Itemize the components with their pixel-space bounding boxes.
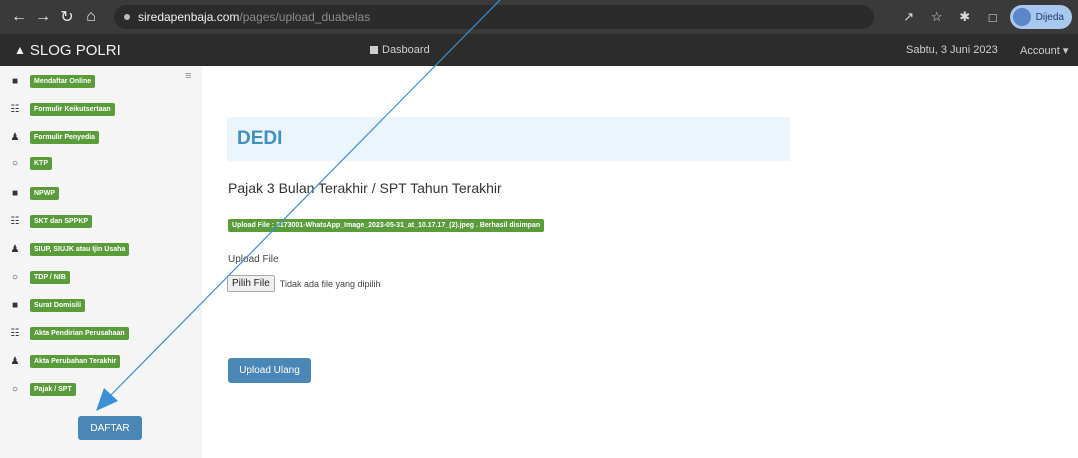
sidebar-item-label: NPWP (30, 186, 59, 200)
grid-icon: ☷ (10, 103, 20, 115)
star-icon[interactable]: ☆ (926, 6, 948, 28)
side-panel-icon[interactable]: □ (982, 6, 1004, 28)
upload-file-label: Upload File (228, 254, 279, 265)
url-domain: siredapenbaja.com (138, 10, 240, 24)
sidebar-item-npwp[interactable]: ■ NPWP (8, 186, 59, 200)
upload-success-badge: Upload File : 3173001-WhatsApp_Image_202… (228, 219, 545, 232)
sidebar-item-label: SIUP, SIUJK atau Ijin Usaha (30, 242, 130, 256)
profile-button[interactable]: Dijeda (1009, 5, 1072, 29)
grid-icon: ☷ (10, 327, 20, 339)
dashboard-icon (370, 46, 378, 54)
menu-toggle-icon[interactable]: ≡ (185, 70, 191, 82)
sidebar-item-surat-domisili[interactable]: ■ Surat Domisili (8, 298, 86, 312)
browser-toolbar: ← → ↻ ⌂ siredapenbaja.com /pages/upload_… (0, 0, 1078, 34)
sidebar-item-ktp[interactable]: ○ KTP (8, 156, 52, 170)
circle-icon: ○ (11, 157, 19, 169)
site-navbar: ▲ SLOG POLRI Dasboard Sabtu, 3 Juni 2023… (0, 34, 1078, 66)
choose-file-button[interactable]: Pilih File (227, 275, 275, 292)
sidebar-item-label: Surat Domisili (30, 298, 86, 312)
page-title-panel: DEDI (227, 117, 790, 161)
sidebar-item-label: Pajak / SPT (30, 382, 76, 396)
sidebar-item-label: KTP (30, 156, 52, 170)
back-arrow-icon[interactable]: ← (8, 6, 30, 28)
current-date: Sabtu, 3 Juni 2023 (906, 44, 998, 56)
user-icon: ♟ (10, 131, 20, 143)
sidebar-item-label: Mendaftar Online (30, 74, 96, 88)
sidebar-item-label: Akta Pendirian Perusahaan (30, 326, 129, 340)
sidebar-item-pajak-spt[interactable]: ○ Pajak / SPT (8, 382, 76, 396)
grid-icon: ☷ (10, 215, 20, 227)
home-icon: ▲ (14, 43, 26, 57)
account-menu[interactable]: Account ▾ (1020, 44, 1068, 57)
sidebar-item-tdp-nib[interactable]: ○ TDP / NIB (8, 270, 70, 284)
brand-link[interactable]: ▲ SLOG POLRI (14, 42, 121, 59)
profile-label: Dijeda (1035, 11, 1064, 23)
section-title: Pajak 3 Bulan Terakhir / SPT Tahun Terak… (228, 180, 502, 196)
sidebar: ≡ ■ Mendaftar Online ☷ Formulir Keikutse… (0, 66, 202, 458)
sidebar-item-siup[interactable]: ♟ SIUP, SIUJK atau Ijin Usaha (8, 242, 130, 256)
briefcase-icon: ■ (11, 75, 19, 87)
caret-down-icon: ▾ (1062, 44, 1069, 57)
dashboard-label: Dasboard (382, 44, 430, 56)
avatar (1012, 8, 1031, 26)
site-info-icon[interactable] (124, 14, 130, 20)
reload-icon[interactable]: ↻ (56, 6, 78, 28)
file-status-text: Tidak ada file yang dipilih (279, 278, 381, 289)
sidebar-item-label: Formulir Keikutsertaan (30, 102, 115, 116)
user-icon: ♟ (10, 243, 20, 255)
url-path: /pages/upload_duabelas (239, 10, 371, 24)
page-title: DEDI (237, 128, 283, 149)
circle-icon: ○ (11, 271, 19, 283)
sidebar-item-label: Akta Perubahan Terakhir (30, 354, 121, 368)
sidebar-item-skt-sppkp[interactable]: ☷ SKT dan SPPKP (8, 214, 93, 228)
share-icon[interactable]: ↗ (898, 6, 920, 28)
sidebar-item-mendaftar-online[interactable]: ■ Mendaftar Online (8, 74, 96, 88)
sidebar-item-label: SKT dan SPPKP (30, 214, 93, 228)
briefcase-icon: ■ (11, 299, 19, 311)
sidebar-item-label: Formulir Penyedia (30, 130, 100, 144)
sidebar-item-akta-perubahan[interactable]: ♟ Akta Perubahan Terakhir (8, 354, 121, 368)
daftar-button[interactable]: DAFTAR (78, 416, 142, 440)
circle-icon: ○ (11, 383, 19, 395)
sidebar-item-label: TDP / NIB (30, 270, 70, 284)
address-bar[interactable]: siredapenbaja.com /pages/upload_duabelas (114, 5, 874, 29)
briefcase-icon: ■ (11, 187, 19, 199)
forward-arrow-icon[interactable]: → (32, 6, 54, 28)
account-label: Account (1020, 44, 1060, 57)
sidebar-item-formulir-penyedia[interactable]: ♟ Formulir Penyedia (8, 130, 100, 144)
home-icon[interactable]: ⌂ (80, 6, 102, 28)
file-input[interactable]: Pilih File Tidak ada file yang dipilih (227, 275, 381, 292)
extensions-icon[interactable]: ✱ (954, 6, 976, 28)
sidebar-item-formulir-keikutsertaan[interactable]: ☷ Formulir Keikutsertaan (8, 102, 115, 116)
dashboard-link[interactable]: Dasboard (370, 44, 430, 56)
user-icon: ♟ (10, 355, 20, 367)
sidebar-item-akta-pendirian[interactable]: ☷ Akta Pendirian Perusahaan (8, 326, 129, 340)
brand-label: SLOG POLRI (29, 41, 121, 59)
upload-ulang-button[interactable]: Upload Ulang (228, 358, 311, 383)
